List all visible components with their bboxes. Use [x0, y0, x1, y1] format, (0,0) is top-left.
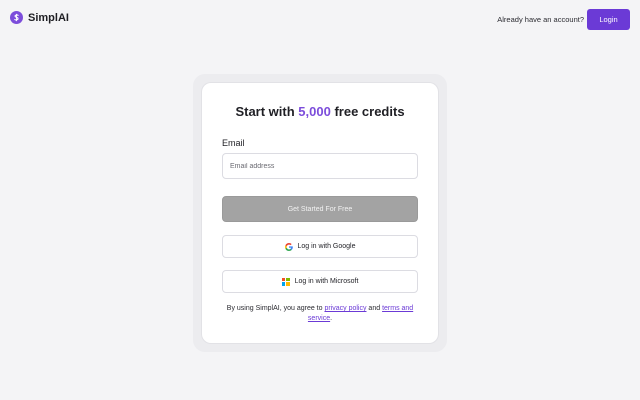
email-label: Email [222, 138, 245, 148]
credits-amount: 5,000 [298, 104, 331, 119]
microsoft-login-label: Log in with Microsoft [294, 278, 359, 285]
legal-suffix: . [330, 314, 333, 322]
title-prefix: Start with [235, 104, 299, 119]
google-icon [284, 242, 293, 251]
page-title: Start with 5,000 free credits [202, 104, 438, 119]
google-login-button[interactable]: Log in with Google [222, 235, 418, 258]
legal-and: and [366, 305, 383, 312]
get-started-button[interactable]: Get Started For Free [222, 196, 418, 222]
legal-text: By using SimplAI, you agree to privacy p… [222, 304, 418, 323]
microsoft-login-button[interactable]: Log in with Microsoft [222, 270, 418, 293]
privacy-policy-link[interactable]: privacy policy [324, 305, 366, 312]
microsoft-icon [281, 277, 290, 286]
already-have-account-text: Already have an account? [497, 15, 584, 24]
top-bar: SimplAI Already have an account? Login [0, 0, 640, 40]
title-suffix: free credits [330, 104, 405, 119]
signup-card: Start with 5,000 free credits Email Get … [202, 83, 438, 343]
legal-prefix: By using SimplAI, you agree to [226, 305, 325, 312]
brand-name: SimplAI [28, 11, 69, 24]
brand[interactable]: SimplAI [10, 11, 69, 24]
dollar-coin-icon [10, 11, 23, 24]
login-button[interactable]: Login [587, 9, 630, 30]
email-field[interactable] [222, 153, 418, 179]
google-login-label: Log in with Google [297, 243, 356, 250]
